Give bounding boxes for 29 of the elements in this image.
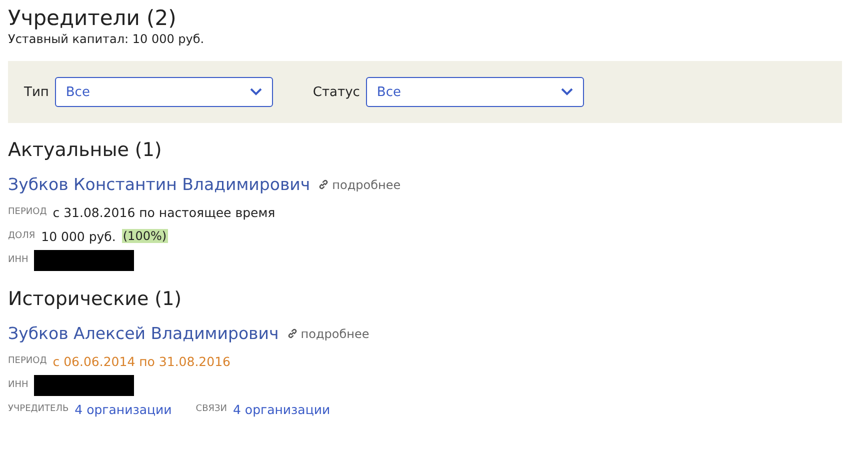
person-link[interactable]: Зубков Алексей Владимирович bbox=[8, 324, 279, 343]
field-label: СВЯЗИ bbox=[196, 404, 227, 414]
filter-dropdown[interactable]: Все bbox=[54, 77, 273, 107]
person-link[interactable]: Зубков Константин Владимирович bbox=[8, 175, 310, 194]
share-amount: 10 000 руб. bbox=[41, 228, 116, 244]
field-label: ИНН bbox=[8, 255, 28, 265]
chevron-down-icon bbox=[560, 88, 573, 96]
filter-label: Статус bbox=[312, 84, 360, 100]
period-text: с 31.08.2016 по настоящее время bbox=[52, 204, 276, 220]
field-label: ПЕРИОД bbox=[8, 207, 47, 217]
filter-label: Тип bbox=[24, 84, 49, 100]
details-link[interactable]: подробнее bbox=[318, 178, 401, 192]
field-label: УЧРЕДИТЕЛЬ bbox=[8, 404, 69, 414]
organizations-link[interactable]: 4 организации bbox=[74, 402, 172, 416]
link-icon bbox=[318, 179, 330, 190]
details-link[interactable]: подробнее bbox=[286, 326, 370, 340]
section-heading: Актуальные (1) bbox=[8, 139, 163, 161]
capital-text: Уставный капитал: 10 000 руб. bbox=[8, 32, 206, 46]
link-icon bbox=[286, 328, 298, 339]
section-heading: Исторические (1) bbox=[8, 288, 183, 310]
organizations-link[interactable]: 4 организации bbox=[233, 402, 330, 416]
chevron-down-icon bbox=[250, 88, 262, 96]
filter-dropdown[interactable]: Все bbox=[366, 77, 584, 107]
field-label: ДОЛЯ bbox=[8, 231, 36, 241]
section-title: Учредители (2) bbox=[8, 6, 178, 30]
share-percent: (100%) bbox=[122, 229, 168, 243]
field-label: ПЕРИОД bbox=[8, 356, 47, 366]
period-text: с 06.06.2014 по 31.08.2016 bbox=[52, 354, 230, 368]
field-label: ИНН bbox=[8, 380, 28, 390]
